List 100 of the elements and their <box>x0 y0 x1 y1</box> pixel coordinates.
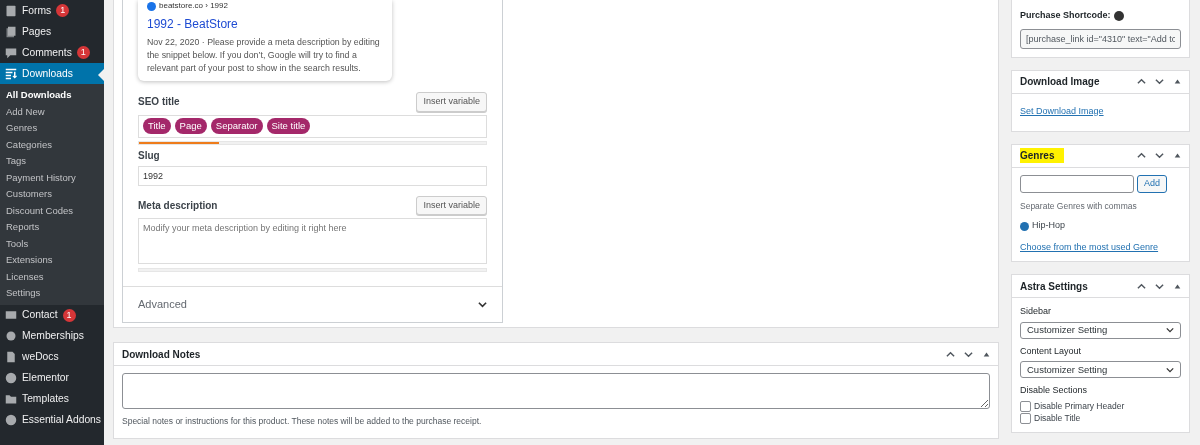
menu-label: Comments <box>22 45 72 60</box>
triangle-icon[interactable] <box>1174 152 1181 159</box>
field-label: Purchase Shortcode: <box>1020 9 1111 22</box>
panel-title: Genres <box>1020 148 1065 163</box>
chevron-up-icon[interactable] <box>1137 151 1146 160</box>
sidebar-menu-item[interactable]: Essential Addons <box>0 409 104 431</box>
submenu-item[interactable]: Categories <box>0 136 104 153</box>
sidebar-menu-item[interactable]: Forms 1 <box>0 0 104 21</box>
sidebar-menu-item[interactable]: Templates <box>0 388 104 410</box>
submenu-item[interactable]: Extensions <box>0 252 104 269</box>
seo-title-field[interactable]: Title Page Separator Site title <box>138 114 487 138</box>
menu-label: weDocs <box>22 350 59 365</box>
variable-tag[interactable]: Separator <box>210 117 263 135</box>
chevron-down-icon[interactable] <box>1155 281 1164 291</box>
advanced-label: Advanced <box>138 297 187 313</box>
select-value: Customizer Setting <box>1027 362 1108 377</box>
triangle-icon[interactable] <box>1174 282 1181 290</box>
checkbox-label: Disable Primary Header <box>1034 400 1125 414</box>
circle-icon <box>5 372 17 384</box>
genre-tag: Hip-Hop <box>1032 219 1065 233</box>
submenu-item[interactable]: Tools <box>0 235 104 252</box>
submenu-item[interactable]: Payment History <box>0 169 104 186</box>
set-image-link[interactable]: Set Download Image <box>1020 105 1104 116</box>
circle-icon <box>5 414 17 426</box>
chevron-down-icon[interactable] <box>964 349 973 359</box>
document-icon <box>5 351 17 363</box>
genre-field[interactable] <box>1020 174 1134 193</box>
panel-title: Download Image <box>1020 75 1100 89</box>
chevron-up-icon[interactable] <box>1137 77 1146 86</box>
chevron-up-icon[interactable] <box>946 349 955 359</box>
list-icon <box>5 67 17 80</box>
chevron-down-icon <box>1166 365 1174 374</box>
menu-label: Templates <box>22 392 69 407</box>
menu-label: Memberships <box>22 329 84 344</box>
pages-icon <box>5 25 17 38</box>
panel-title: Download Notes <box>122 347 201 362</box>
checkbox[interactable] <box>1020 401 1031 413</box>
preview-title[interactable]: 1992 - BeatStore <box>147 15 383 33</box>
chevron-down-icon[interactable] <box>1155 77 1164 86</box>
submenu-item[interactable]: Discount Codes <box>0 202 104 219</box>
notes-field[interactable] <box>122 373 990 409</box>
meta-description-field[interactable]: Modify your meta description by editing it right here <box>138 218 487 264</box>
choose-genre-link[interactable]: Choose from the most used Genre <box>1020 240 1181 255</box>
insert-variable-button[interactable]: Insert variable <box>416 195 487 215</box>
menu-label: Contact <box>22 308 58 323</box>
insert-variable-button[interactable]: Insert variable <box>416 92 487 112</box>
section-label: Disable Sections <box>1020 384 1089 398</box>
submenu-item[interactable]: Licenses <box>0 268 104 285</box>
menu-label: Downloads <box>22 66 73 81</box>
submenu-item[interactable]: Reports <box>0 219 104 236</box>
submenu-item[interactable]: All Downloads <box>0 87 104 104</box>
help-text: Special notes or instructions for this product. These notes will be added to the purchase receipt. <box>122 415 483 428</box>
menu-label: Pages <box>22 24 52 39</box>
count-badge: 1 <box>62 308 76 322</box>
help-text: Separate Genres with commas <box>1020 199 1138 213</box>
submenu-item[interactable]: Genres <box>0 120 104 137</box>
field-label: Sidebar <box>1020 305 1053 319</box>
checkbox-label: Disable Title <box>1034 412 1081 426</box>
chevron-down-icon <box>1166 326 1174 335</box>
sidebar-menu-item[interactable]: Memberships <box>0 325 104 347</box>
submenu-item[interactable]: Customers <box>0 186 104 203</box>
select-field[interactable]: Customizer Setting <box>1020 321 1181 339</box>
envelope-icon <box>5 309 17 321</box>
field-label: Content Layout <box>1020 344 1083 358</box>
submenu-item[interactable]: Tags <box>0 153 104 170</box>
sidebar-menu-item[interactable]: Comments 1 <box>0 42 104 63</box>
folder-icon <box>5 393 17 405</box>
count-badge: 1 <box>76 46 90 59</box>
submenu-item[interactable]: Add New <box>0 103 104 120</box>
menu-label: Elementor <box>22 371 69 386</box>
comment-icon <box>5 46 17 59</box>
add-button[interactable]: Add <box>1137 174 1167 193</box>
variable-tag[interactable]: Title <box>143 117 171 135</box>
sidebar-menu-item[interactable]: Elementor <box>0 367 104 389</box>
select-field[interactable]: Customizer Setting <box>1020 361 1181 379</box>
breadcrumb-text: beatstore.co › 1992 <box>159 0 228 12</box>
select-value: Customizer Setting <box>1027 323 1108 338</box>
field-label: SEO title <box>138 95 180 110</box>
chevron-down-icon[interactable] <box>1155 151 1164 160</box>
menu-label: Essential Addons <box>22 413 101 428</box>
count-badge: 1 <box>56 4 70 17</box>
sidebar-menu-item[interactable]: Contact 1 <box>0 304 104 326</box>
submenu-item[interactable]: Settings <box>0 285 104 302</box>
variable-tag[interactable]: Site title <box>266 117 311 135</box>
variable-tag[interactable]: Page <box>174 117 207 135</box>
field-label: Meta description <box>138 198 218 213</box>
slug-field[interactable]: 1992 <box>138 165 487 186</box>
menu-label: Forms <box>22 3 52 18</box>
sidebar-menu-item[interactable]: Downloads <box>0 63 104 84</box>
preview-description: Nov 22, 2020 · Please provide a meta description by editing the snippet below. If you don’t, Google will try to find a relevant part of your post to show in the search results. <box>147 36 381 75</box>
advanced-toggle[interactable]: Advanced <box>123 286 502 322</box>
field-label: Slug <box>138 148 160 163</box>
triangle-icon[interactable] <box>1174 78 1181 85</box>
sidebar-menu-item[interactable]: weDocs <box>0 346 104 368</box>
sidebar-menu-item[interactable]: Pages <box>0 21 104 42</box>
triangle-icon[interactable] <box>983 350 990 358</box>
chevron-up-icon[interactable] <box>1137 281 1146 291</box>
panel-title: Astra Settings <box>1020 279 1088 294</box>
circle-icon <box>5 330 17 342</box>
checkbox[interactable] <box>1020 413 1031 425</box>
